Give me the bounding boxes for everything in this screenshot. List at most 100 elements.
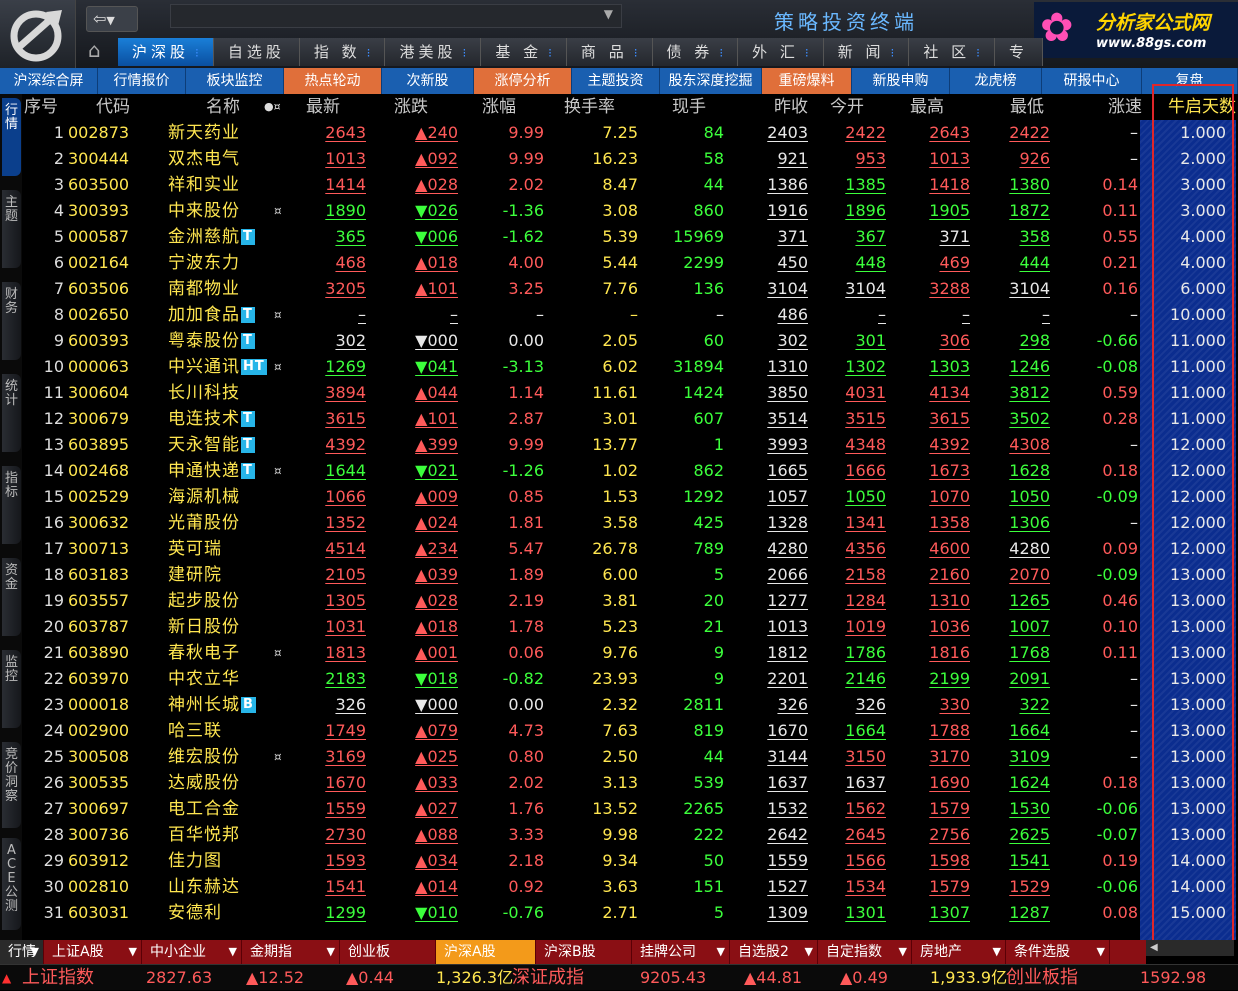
dropdown-arrow-icon[interactable]: ▼ (31, 940, 39, 964)
main-tab-1[interactable]: 自选股 (213, 38, 300, 66)
subnav-item-2[interactable]: 板块监控 (186, 68, 284, 94)
table-row[interactable]: 6 002164 宁波东力 468 ▲018 4.00 5.44 2299 450 448 469 4… (22, 250, 1238, 276)
menu-dots-icon[interactable]: ⁝ (719, 46, 723, 60)
dropdown-arrow-icon[interactable]: ▼ (717, 940, 725, 964)
column-header-3[interactable]: 最新 (306, 94, 340, 120)
subnav-item-7[interactable]: 股东深度挖掘 (660, 68, 762, 94)
table-row[interactable]: 30 002810 山东赫达 1541 ▲014 0.92 3.63 151 1527 1534 1… (22, 874, 1238, 900)
side-tab-4[interactable]: 指标 (2, 466, 21, 544)
bottom-tab-7[interactable]: 挂牌公司 ▼ (632, 940, 730, 964)
table-row[interactable]: 17 300713 英可瑞 4514 ▲234 5.47 26.78 789 4280 4356 4… (22, 536, 1238, 562)
main-tab-4[interactable]: 基 金 ⁝ (481, 38, 567, 66)
column-header-1[interactable]: 代码 (96, 94, 130, 120)
bottom-tab-9[interactable]: 自定指数 ▼ (818, 940, 912, 964)
bottom-tab-8[interactable]: 自选股2 ▼ (730, 940, 818, 964)
table-row[interactable]: 3 603500 祥和实业 1414 ▲028 2.02 8.47 44 1386 1385 141… (22, 172, 1238, 198)
table-row[interactable]: 27 300697 电工合金 1559 ▲027 1.76 13.52 2265 1532 156… (22, 796, 1238, 822)
side-tab-7[interactable]: 竞价洞察 (2, 742, 21, 828)
main-tab-8[interactable]: 新 闻 ⁝ (823, 38, 910, 66)
horizontal-scrollbar[interactable]: ◀ (1146, 940, 1234, 956)
subnav-item-6[interactable]: 主题投资 (572, 68, 660, 94)
bottom-tab-5[interactable]: 沪深A股 (436, 940, 536, 964)
side-tab-5[interactable]: 资金 (2, 558, 21, 636)
table-row[interactable]: 19 603557 起步股份 1305 ▲028 2.19 3.81 20 1277 1284 13… (22, 588, 1238, 614)
subnav-item-3[interactable]: 热点轮动 (284, 68, 382, 94)
table-row[interactable]: 29 603912 佳力图 1593 ▲034 2.18 9.34 50 1559 1566 159… (22, 848, 1238, 874)
bottom-tab-2[interactable]: 中小企业 ▼ (142, 940, 242, 964)
table-row[interactable]: 16 300632 光莆股份 1352 ▲024 1.81 3.58 425 1328 1341 1… (22, 510, 1238, 536)
table-row[interactable]: 25 300508 维宏股份 ¤ 3169 ▲025 0.80 2.50 44 3144 3150 3… (22, 744, 1238, 770)
table-row[interactable]: 20 603787 新日股份 1031 ▲018 1.78 5.23 21 1013 1019 10… (22, 614, 1238, 640)
main-tab-6[interactable]: 债 券 ⁝ (652, 38, 739, 66)
subnav-item-10[interactable]: 龙虎榜 (950, 68, 1042, 94)
main-tab-3[interactable]: 港美股 ⁝ (385, 38, 482, 66)
column-header-5[interactable]: 涨幅 (482, 94, 516, 120)
dropdown-arrow-icon[interactable]: ▼ (327, 940, 335, 964)
table-row[interactable]: 12 300679 电连技术 T 3615 ▲101 2.87 3.01 607 3514 3515… (22, 406, 1238, 432)
table-row[interactable]: 10 000063 中兴通讯 HT ¤ 1269 ▼041 -3.13 6.02 31894 131… (22, 354, 1238, 380)
dropdown-arrow-icon[interactable]: ▼ (899, 940, 907, 964)
address-bar[interactable]: ▼ (170, 4, 622, 28)
back-forward-button[interactable]: ⇦▼ (86, 6, 138, 32)
main-tab-7[interactable]: 外 汇 ⁝ (738, 38, 824, 66)
main-tab-5[interactable]: 商 品 ⁝ (566, 38, 653, 66)
table-row[interactable]: 24 002900 哈三联 1749 ▲079 4.73 7.63 819 1670 1664 17… (22, 718, 1238, 744)
column-header-6[interactable]: 换手率 (564, 94, 615, 120)
menu-dots-icon[interactable]: ⁝ (634, 46, 638, 60)
table-row[interactable]: 23 000018 神州长城 B 326 ▼000 0.00 2.32 2811 326 326 33… (22, 692, 1238, 718)
subnav-item-1[interactable]: 行情报价 (98, 68, 186, 94)
table-row[interactable]: 2 300444 双杰电气 1013 ▲092 9.99 16.23 58 921 953 1013… (22, 146, 1238, 172)
column-header-11[interactable]: 最低 (1010, 94, 1044, 120)
bottom-tab-4[interactable]: 创业板 (340, 940, 436, 964)
table-row[interactable]: 14 002468 申通快递 T ¤ 1644 ▼021 -1.26 1.02 862 1665 16… (22, 458, 1238, 484)
main-tab-2[interactable]: 指 数 ⁝ (299, 38, 386, 66)
menu-dots-icon[interactable]: ⁝ (976, 46, 980, 60)
column-header-2[interactable]: 名称 (206, 94, 240, 120)
side-tab-1[interactable]: 主题 (2, 190, 21, 268)
subnav-item-8[interactable]: 重磅爆料 (762, 68, 852, 94)
main-tab-10[interactable]: 专 (994, 38, 1043, 66)
column-header-7[interactable]: 现手 (672, 94, 706, 120)
column-header-9[interactable]: 今开 (830, 94, 864, 120)
subnav-item-4[interactable]: 次新股 (382, 68, 474, 94)
bottom-tab-11[interactable]: 条件选股 ▼ (1006, 940, 1110, 964)
subnav-item-11[interactable]: 研报中心 (1042, 68, 1142, 94)
sort-dots-icon[interactable]: ●¤ (264, 94, 281, 120)
menu-dots-icon[interactable]: ⁝ (548, 46, 552, 60)
table-row[interactable]: 9 600393 粤泰股份 T 302 ▼000 0.00 2.05 60 302 301 306 29… (22, 328, 1238, 354)
dropdown-arrow-icon[interactable]: ▼ (229, 940, 237, 964)
menu-dots-icon[interactable]: ⁝ (805, 46, 809, 60)
subnav-item-0[interactable]: 沪深综合屏 (0, 68, 98, 94)
main-tab-9[interactable]: 社 区 ⁝ (909, 38, 995, 66)
bottom-tab-0[interactable]: 行情 ▼ (0, 940, 44, 964)
table-row[interactable]: 26 300535 达威股份 1670 ▲033 2.02 3.13 539 1637 1637 1… (22, 770, 1238, 796)
side-tab-3[interactable]: 统计 (2, 374, 21, 452)
table-row[interactable]: 8 002650 加加食品 T ¤ – – – – –486– – – –10.000 (22, 302, 1238, 328)
table-row[interactable]: 13 603895 天永智能 T 4392 ▲399 9.99 13.77 1 3993 4348 4… (22, 432, 1238, 458)
table-row[interactable]: 22 603970 中农立华 2183 ▼018 -0.82 23.93 9 2201 2146 2… (22, 666, 1238, 692)
index2-name[interactable]: 深证成指 (512, 965, 584, 991)
menu-dots-icon[interactable]: ⁝ (367, 46, 371, 60)
bottom-tab-10[interactable]: 房地产 ▼ (912, 940, 1006, 964)
table-row[interactable]: 4 300393 中来股份 ¤ 1890 ▼026 -1.36 3.08 860 1916 1896… (22, 198, 1238, 224)
column-header-12[interactable]: 涨速 (1108, 94, 1142, 120)
menu-dots-icon[interactable]: ⁝ (891, 46, 895, 60)
scroll-left-icon[interactable]: ◀ (1150, 942, 1158, 953)
subnav-item-5[interactable]: 涨停分析 (474, 68, 572, 94)
table-row[interactable]: 7 603506 南都物业 3205 ▲101 3.25 7.76 136 3104 3104 32… (22, 276, 1238, 302)
main-tab-0[interactable]: 沪深股 ⁝ (118, 38, 214, 66)
column-header-0[interactable]: 序号 (24, 94, 58, 120)
table-row[interactable]: 1 002873 新天药业 2643 ▲240 9.99 7.25 84 2403 2422 264… (22, 120, 1238, 146)
column-header-10[interactable]: 最高 (910, 94, 944, 120)
dropdown-arrow-icon[interactable]: ▼ (993, 940, 1001, 964)
table-row[interactable]: 15 002529 海源机械 1066 ▲009 0.85 1.53 1292 1057 1050… (22, 484, 1238, 510)
bottom-tab-3[interactable]: 金期指 ▼ (242, 940, 340, 964)
index3-name[interactable]: 创业板指 (1006, 965, 1078, 991)
menu-dots-icon[interactable]: ⁝ (462, 46, 466, 60)
table-row[interactable]: 11 300604 长川科技 3894 ▲044 1.14 11.61 1424 3850 403… (22, 380, 1238, 406)
column-header-8[interactable]: 昨收 (774, 94, 808, 120)
side-tab-0[interactable]: 行情 (2, 98, 21, 176)
table-row[interactable]: 5 000587 金洲慈航 T 365 ▼006 -1.62 5.39 15969 371 367 3… (22, 224, 1238, 250)
app-logo[interactable] (0, 0, 76, 68)
side-tab-8[interactable]: ACE公测 (2, 838, 21, 930)
